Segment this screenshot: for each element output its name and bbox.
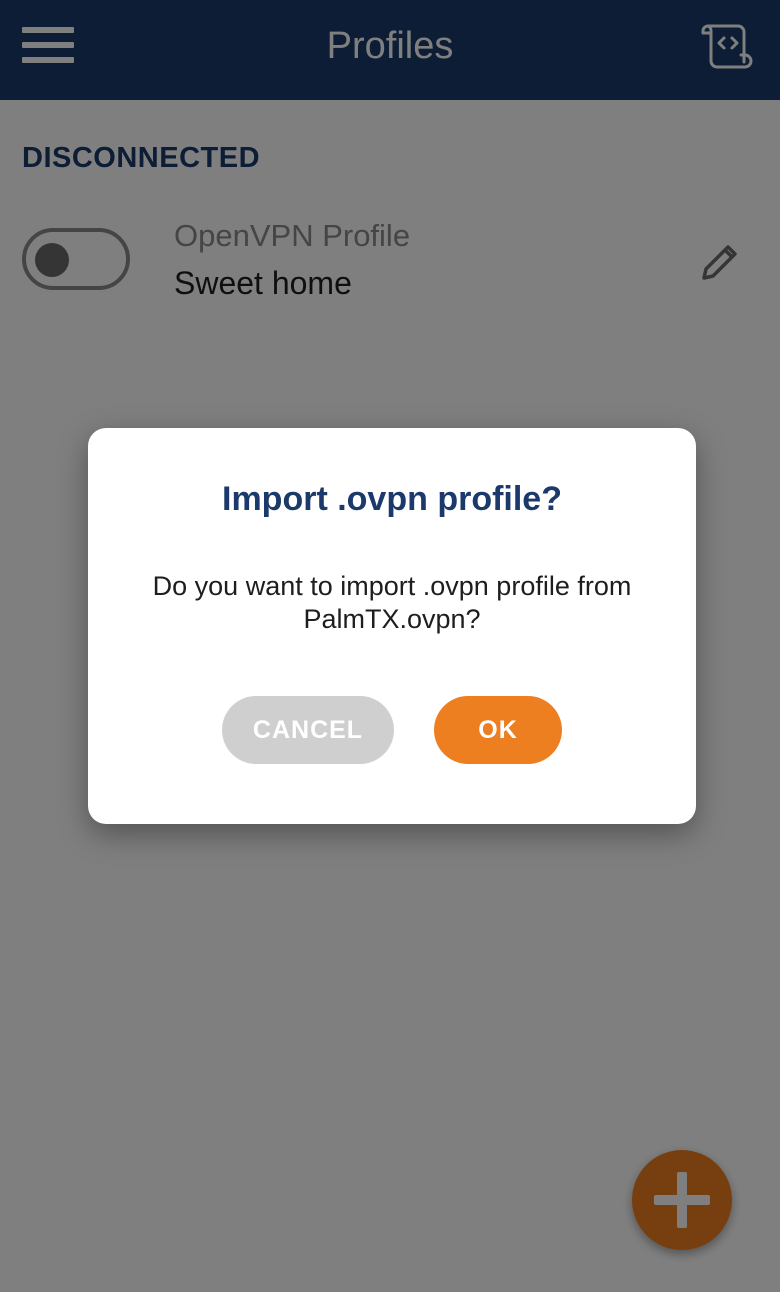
import-dialog: Import .ovpn profile? Do you want to imp… (88, 428, 696, 824)
dialog-title: Import .ovpn profile? (222, 480, 562, 518)
cancel-button[interactable]: CANCEL (222, 696, 394, 764)
dialog-message: Do you want to import .ovpn profile from… (152, 571, 632, 634)
ok-button[interactable]: OK (434, 696, 562, 764)
